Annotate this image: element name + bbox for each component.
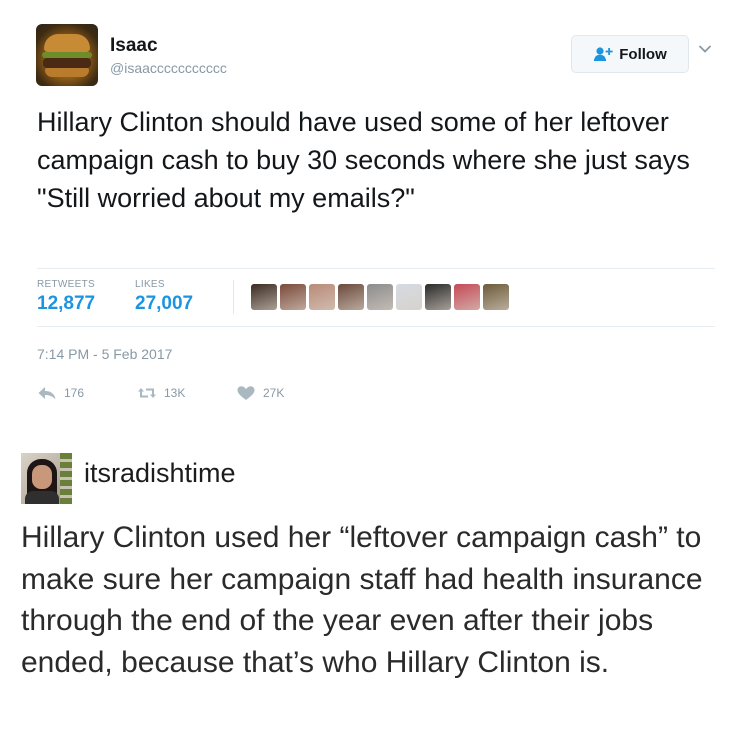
tweet-timestamp[interactable]: 7:14 PM - 5 Feb 2017	[37, 346, 172, 362]
liker-avatar[interactable]	[454, 284, 480, 310]
stats-separator	[233, 280, 234, 314]
likes-count[interactable]: 27,007	[135, 293, 193, 315]
liker-avatar[interactable]	[425, 284, 451, 310]
liker-avatar[interactable]	[280, 284, 306, 310]
liker-avatar[interactable]	[396, 284, 422, 310]
follow-button[interactable]: Follow	[571, 35, 689, 73]
tweet-text: Hillary Clinton should have used some of…	[37, 107, 690, 213]
retweet-count: 13K	[164, 386, 186, 400]
chevron-down-icon[interactable]	[698, 44, 712, 54]
person-avatar-icon	[32, 465, 52, 489]
author-handle[interactable]: @isaaccccccccccc	[110, 60, 227, 76]
retweets-label: RETWEETS	[37, 279, 95, 290]
like-action[interactable]: 27K	[236, 385, 284, 401]
retweet-icon	[138, 388, 156, 398]
follow-label: Follow	[619, 45, 667, 63]
reply-text: Hillary Clinton used her “leftover campa…	[21, 521, 703, 679]
liker-avatar[interactable]	[338, 284, 364, 310]
reply-action[interactable]: 176	[37, 385, 84, 401]
retweets-count[interactable]: 12,877	[37, 293, 95, 315]
heart-icon	[237, 386, 255, 400]
liker-avatar[interactable]	[483, 284, 509, 310]
author-avatar[interactable]	[36, 24, 98, 86]
retweet-action[interactable]: 13K	[137, 385, 185, 401]
reply-count: 176	[64, 386, 85, 400]
likes-label: LIKES	[135, 279, 165, 290]
divider	[37, 326, 715, 327]
burger-avatar-icon	[44, 34, 90, 52]
liker-avatar[interactable]	[367, 284, 393, 310]
divider	[37, 268, 715, 269]
like-count: 27K	[263, 386, 285, 400]
author-name[interactable]: Isaac	[110, 35, 158, 57]
reply-username[interactable]: itsradishtime	[84, 458, 236, 489]
reply-icon	[38, 387, 56, 400]
liker-avatar[interactable]	[309, 284, 335, 310]
liker-avatars	[251, 284, 509, 310]
reply-avatar[interactable]	[21, 453, 72, 504]
add-user-icon	[594, 47, 613, 61]
liker-avatar[interactable]	[251, 284, 277, 310]
